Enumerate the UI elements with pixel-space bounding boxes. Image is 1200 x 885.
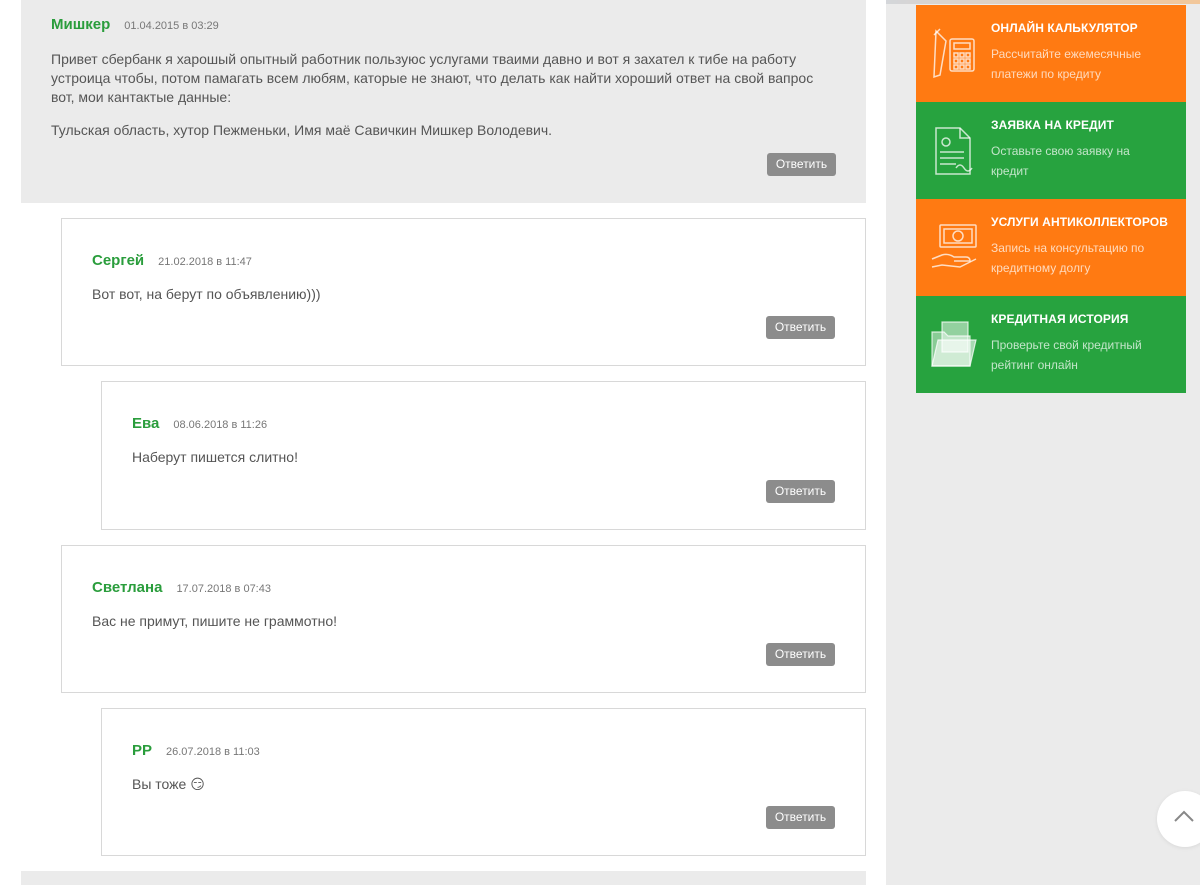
sidebar-card-desc-line: кредитному долгу xyxy=(991,261,1091,275)
reply-button[interactable]: Ответить xyxy=(766,480,835,503)
sidebar-card-desc-line: платежи по кредиту xyxy=(991,67,1102,81)
comment-reply: Сергей 21.02.2018 в 11:47 Вот вот, на бе… xyxy=(61,218,866,366)
comment-header: Светлана 17.07.2018 в 07:43 xyxy=(92,579,835,596)
comment-text: Наберут пишется слитно! xyxy=(132,449,298,465)
sidebar-card-calculator[interactable]: ОНЛАЙН КАЛЬКУЛЯТОР Рассчитайте ежемесячн… xyxy=(916,5,1186,102)
sidebar-card-title: КРЕДИТНАЯ ИСТОРИЯ xyxy=(991,312,1129,326)
sidebar-card-desc-line: Рассчитайте ежемесячные xyxy=(991,47,1142,61)
comment-text-line: Привет сбербанк я харошый опытный работн… xyxy=(51,51,797,67)
reply-button[interactable]: Ответить xyxy=(766,806,835,829)
comment-author[interactable]: Мишкер xyxy=(51,16,110,33)
comments-column: Мишкер 01.04.2015 в 03:29 Привет сбербан… xyxy=(0,0,886,885)
sidebar-card-credit-application[interactable]: ЗАЯВКА НА КРЕДИТ Оставьте свою заявку на… xyxy=(916,102,1186,199)
money-hand-icon xyxy=(931,224,977,268)
sidebar-card-desc: Оставьте свою заявку на кредит xyxy=(991,141,1186,181)
reply-button[interactable]: Ответить xyxy=(766,316,835,339)
comment-reply: РР 26.07.2018 в 11:03 Вы тоже 😏 Ответить xyxy=(101,708,866,856)
comment-root: Мишкер 01.04.2015 в 03:29 Привет сбербан… xyxy=(21,0,866,203)
sidebar-card-desc-line: рейтинг онлайн xyxy=(991,358,1078,372)
sidebar: ОНЛАЙН КАЛЬКУЛЯТОР Рассчитайте ежемесячн… xyxy=(916,5,1186,393)
comment-text-content: Вы тоже xyxy=(132,776,187,792)
comment-text: Привет сбербанк я харошый опытный работн… xyxy=(51,50,836,107)
comment-date: 08.06.2018 в 11:26 xyxy=(173,419,268,431)
comment-date: 26.07.2018 в 11:03 xyxy=(166,746,260,758)
comment-header: Ева 08.06.2018 в 11:26 xyxy=(132,415,835,432)
sidebar-card-credit-history[interactable]: КРЕДИТНАЯ ИСТОРИЯ Проверьте свой кредитн… xyxy=(916,296,1186,393)
comment-reply: Ева 08.06.2018 в 11:26 Наберут пишется с… xyxy=(101,381,866,530)
comment-date: 17.07.2018 в 07:43 xyxy=(176,583,271,595)
sidebar-card-title: ОНЛАЙН КАЛЬКУЛЯТОР xyxy=(991,21,1138,35)
comment-text: Вас не примут, пишите не граммотно! xyxy=(92,613,338,629)
comment-text-line: Тульская область, хутор Пежменьки, Имя м… xyxy=(51,122,553,138)
document-icon xyxy=(935,127,973,175)
sidebar-card-title: ЗАЯВКА НА КРЕДИТ xyxy=(991,118,1114,132)
folder-icon xyxy=(931,321,977,367)
calculator-icon xyxy=(933,28,975,79)
scroll-to-top-button[interactable] xyxy=(1157,791,1200,847)
sidebar-card-desc-line: кредит xyxy=(991,164,1029,178)
next-comment-edge xyxy=(21,871,866,885)
comment-text: Вы тоже 😏 xyxy=(132,775,835,794)
sidebar-card-desc-line: Запись на консультацию по xyxy=(991,241,1145,255)
comment-reply: Светлана 17.07.2018 в 07:43 Вас не приму… xyxy=(61,545,866,693)
comment-author[interactable]: Светлана xyxy=(92,579,162,596)
comment-author[interactable]: РР xyxy=(132,742,152,759)
reply-button[interactable]: Ответить xyxy=(766,643,835,666)
comment-author[interactable]: Сергей xyxy=(92,252,144,269)
comment-header: Сергей 21.02.2018 в 11:47 xyxy=(92,252,835,269)
sidebar-card-title: УСЛУГИ АНТИКОЛЛЕКТОРОВ xyxy=(991,215,1169,229)
comment-text-line: устроица чтобы, потом памагать всем любя… xyxy=(51,70,814,86)
sidebar-card-desc: Рассчитайте ежемесячные платежи по креди… xyxy=(991,44,1186,84)
comment-header: Мишкер 01.04.2015 в 03:29 xyxy=(51,16,836,33)
chevron-up-icon xyxy=(1174,810,1194,822)
sidebar-card-desc-line: Проверьте свой кредитный xyxy=(991,338,1142,352)
sidebar-card-anti-collectors[interactable]: УСЛУГИ АНТИКОЛЛЕКТОРОВ Запись на консуль… xyxy=(916,199,1186,296)
comment-text-line: вот, мои кантактые данные: xyxy=(51,89,232,105)
comment-date: 01.04.2015 в 03:29 xyxy=(124,20,219,32)
sidebar-card-desc: Проверьте свой кредитный рейтинг онлайн xyxy=(991,335,1186,375)
smirk-emoji-icon: 😏 xyxy=(190,776,205,792)
comment-author[interactable]: Ева xyxy=(132,415,159,432)
sidebar-card-desc: Запись на консультацию по кредитному дол… xyxy=(991,238,1186,278)
comment-header: РР 26.07.2018 в 11:03 xyxy=(132,742,835,759)
sidebar-card-desc-line: Оставьте свою заявку на xyxy=(991,144,1130,158)
comment-text: Вот вот, на берут по объявлению))) xyxy=(92,286,321,302)
reply-button[interactable]: Ответить xyxy=(767,153,836,176)
comment-date: 21.02.2018 в 11:47 xyxy=(158,256,252,268)
